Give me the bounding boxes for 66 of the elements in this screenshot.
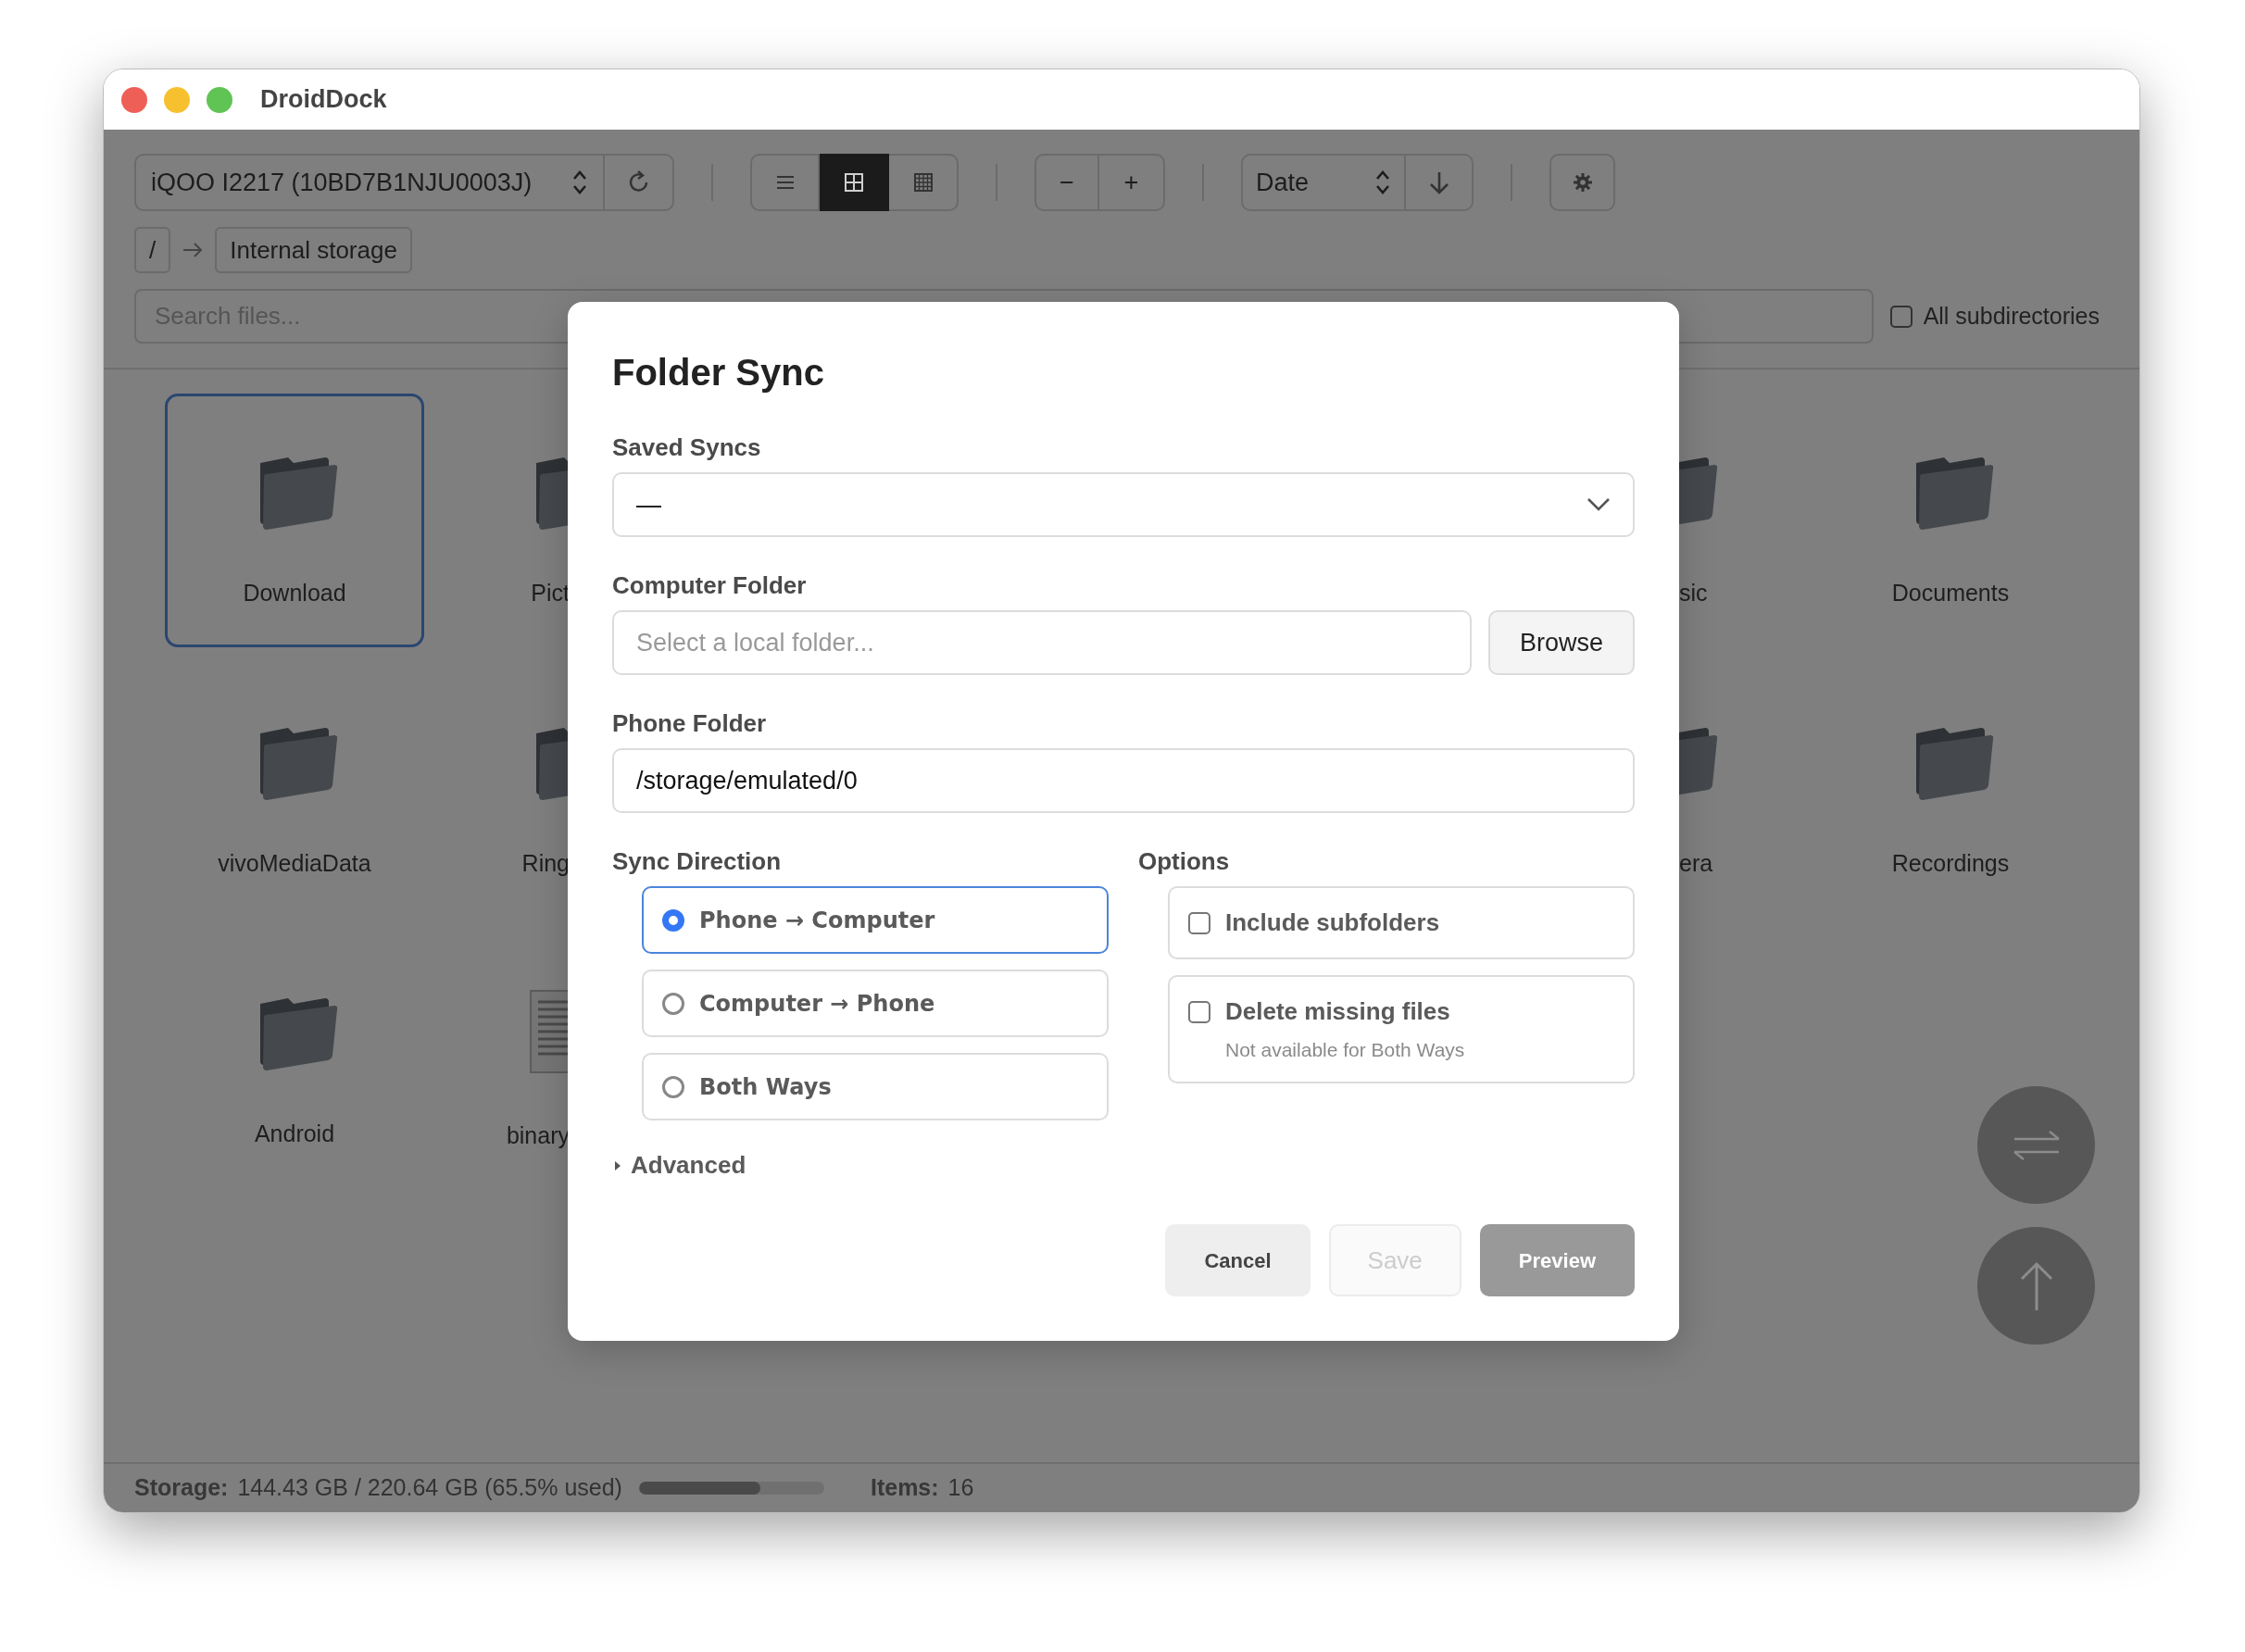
saved-syncs-select[interactable]: —: [612, 472, 1635, 537]
close-button[interactable]: [121, 86, 147, 113]
checkbox[interactable]: [1188, 911, 1210, 934]
zoom-out-button[interactable]: −: [1035, 154, 1099, 211]
field-label: Sync Direction: [612, 846, 783, 877]
file-name: binary: [506, 1121, 570, 1150]
chevron-up-down-icon: [571, 169, 588, 196]
dialog-button[interactable]: Preview: [1479, 1224, 1635, 1296]
chevron-up-down-icon: [1374, 169, 1391, 196]
radio-button[interactable]: [662, 908, 684, 932]
file-name: Recordings: [1891, 849, 2010, 878]
breadcrumb-root[interactable]: /: [134, 227, 171, 273]
dialog-button[interactable]: Cancel: [1165, 1224, 1311, 1296]
sort-select[interactable]: Date: [1241, 154, 1406, 211]
direction-option[interactable]: Phone → Computer: [642, 886, 1109, 954]
items-count: 16: [947, 1473, 974, 1503]
folder-item[interactable]: Documents: [1821, 394, 2080, 647]
file-name: Pict: [531, 579, 570, 607]
checkbox[interactable]: [1889, 305, 1913, 328]
folder-item[interactable]: Recordings: [1821, 664, 2080, 918]
file-name: sic: [1679, 579, 1708, 607]
breadcrumb-item[interactable]: Internal storage: [215, 227, 412, 273]
folder-item[interactable]: vivoMediaData: [165, 664, 424, 918]
settings-icon: [1571, 171, 1594, 194]
radio-button[interactable]: [662, 1075, 684, 1098]
radio-button[interactable]: [662, 992, 684, 1015]
folder-item[interactable]: Android: [165, 934, 424, 1188]
device-select[interactable]: iQOO I2217 (10BD7B1NJU0003J): [134, 154, 605, 211]
file-name: Android: [254, 1120, 335, 1148]
items-label: Items:: [870, 1473, 939, 1503]
option-card[interactable]: Include subfolders: [1168, 886, 1635, 959]
checkbox[interactable]: [1188, 1000, 1210, 1023]
field-label: Computer Folder: [612, 570, 808, 601]
field-label: Saved Syncs: [612, 432, 762, 463]
checkbox-label[interactable]: All subdirectories: [1923, 298, 2100, 334]
arrow-down-icon: [1427, 169, 1450, 195]
refresh-button[interactable]: [605, 154, 674, 211]
option-hint: Not available for Both Ways: [1225, 1038, 1466, 1062]
option-label[interactable]: Delete missing files: [1225, 994, 1450, 1030]
computer-folder-field[interactable]: Select a local folder...: [612, 610, 1472, 675]
storage-value: 144.43 GB / 220.64 GB (65.5% used): [237, 1473, 622, 1503]
zoom-button[interactable]: [207, 86, 232, 113]
field-label: Options: [1138, 846, 1231, 877]
arrow-right-icon: [182, 241, 205, 259]
zoom-in-button[interactable]: +: [1099, 154, 1165, 211]
file-name: era: [1679, 849, 1713, 878]
field-label: Phone Folder: [612, 708, 768, 739]
window-title: DroidDock: [260, 84, 387, 116]
file-name: Documents: [1891, 579, 2010, 607]
settings-button[interactable]: [1549, 154, 1615, 211]
advanced-toggle[interactable]: Advanced: [612, 1147, 746, 1183]
direction-option[interactable]: Computer → Phone: [642, 970, 1109, 1037]
chevron-down-icon: [1587, 497, 1611, 512]
sort-direction-button[interactable]: [1406, 154, 1474, 211]
dialog-title: Folder Sync: [612, 351, 825, 394]
folder-item[interactable]: Download: [165, 394, 424, 647]
option-card[interactable]: Delete missing files Not available for Both Ways: [1168, 975, 1635, 1083]
file-name: vivoMediaData: [218, 849, 371, 878]
direction-option[interactable]: Both Ways: [642, 1053, 1109, 1120]
browse-button[interactable]: Browse: [1487, 610, 1635, 675]
grid-view-button[interactable]: [820, 154, 889, 211]
phone-folder-field[interactable]: /storage/emulated/0: [612, 748, 1635, 813]
file-name: Ring: [521, 849, 570, 878]
storage-label: Storage:: [134, 1473, 229, 1503]
file-name: Download: [243, 579, 346, 607]
option-label[interactable]: Include subfolders: [1225, 905, 1440, 941]
